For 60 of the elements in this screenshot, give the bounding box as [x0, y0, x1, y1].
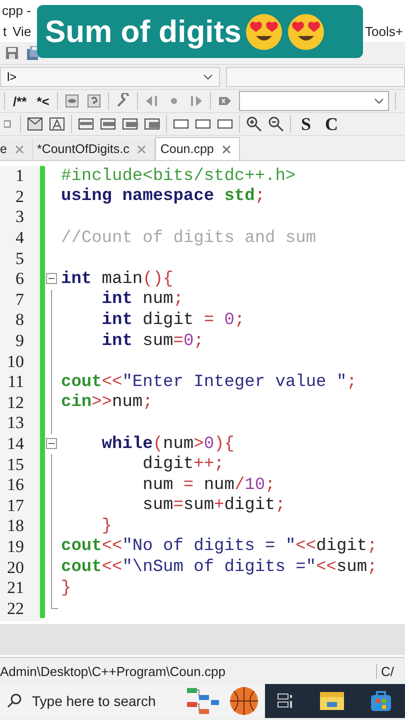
mail-icon[interactable] [27, 116, 43, 132]
save-icon[interactable] [4, 45, 20, 61]
file-tab[interactable]: *CountOfDigits.c [32, 138, 156, 160]
code-line: int main(){ [61, 270, 174, 289]
scope-dropdown[interactable]: l> [0, 67, 220, 87]
fold-end-line [51, 598, 59, 610]
search-icon [6, 693, 22, 709]
menu-item[interactable]: Tools+ [365, 24, 405, 38]
comment-toggle[interactable]: /** [11, 94, 29, 108]
format-button[interactable]: S [297, 114, 316, 134]
code-line: digit++; [142, 455, 224, 474]
panel-icon[interactable] [100, 116, 116, 132]
letter-a-frame-icon[interactable] [49, 116, 65, 132]
file-tab[interactable]: Coun.cpp [155, 137, 240, 160]
help-icon[interactable] [86, 93, 102, 109]
format-button[interactable]: C [321, 114, 342, 134]
code-line: int digit = 0; [100, 310, 245, 330]
chevron-down-icon [203, 74, 213, 80]
code-line: cin>>num; [61, 393, 153, 412]
menu-item[interactable]: t [0, 24, 10, 38]
code-line: cout<<"No of digits = "<<digit; [61, 537, 378, 556]
code-line: sum=sum+digit; [142, 496, 286, 516]
store-icon[interactable] [369, 689, 393, 713]
window-title: cpp - [2, 2, 31, 18]
status-field: C/ [376, 664, 405, 678]
code-line: } [61, 578, 72, 598]
zoom-in-icon[interactable] [246, 116, 262, 132]
code-line: #include<bits/stdc++.h> [61, 166, 296, 186]
heart-eyes-emoji-icon [245, 12, 284, 50]
zoom-out-icon[interactable] [268, 116, 284, 132]
code-line: num = num/10; [142, 476, 276, 495]
heart-eyes-emoji-icon [287, 12, 326, 50]
panel-icon[interactable] [122, 116, 138, 132]
task-view-icon[interactable] [277, 692, 295, 710]
code-line: using namespace std; [61, 187, 266, 206]
code-line: while(num>0){ [100, 434, 234, 454]
menu-item[interactable]: Vie [10, 24, 34, 38]
collapse-icon[interactable] [46, 438, 58, 450]
comment-toggle[interactable]: *< [34, 94, 52, 108]
collapse-icon[interactable] [46, 272, 58, 285]
panel-icon[interactable] [78, 116, 94, 132]
chevron-down-icon [374, 98, 384, 104]
code-editor[interactable] [0, 161, 405, 624]
close-icon[interactable] [222, 144, 231, 154]
code-line: cout<<"\nSum of digits ="<<sum; [61, 558, 378, 578]
search-field[interactable]: Type here to search [30, 692, 179, 710]
panel-icon[interactable] [144, 116, 160, 132]
code-line: } [100, 516, 112, 536]
file-path: Admin\Desktop\C++Program\Coun.cpp [0, 664, 226, 678]
banner-title: Sum of digits [45, 14, 242, 50]
wrench-icon[interactable] [115, 93, 132, 109]
code-line: cout<<"Enter Integer value "; [61, 372, 357, 392]
basketball-icon[interactable] [229, 686, 259, 716]
eye-icon[interactable] [64, 93, 80, 109]
file-tab[interactable]: e [0, 138, 33, 160]
code-line: int num; [100, 290, 184, 310]
code-line: int sum=0; [100, 332, 204, 351]
folder-icon[interactable] [319, 690, 345, 712]
bracket-app-icon[interactable] [187, 686, 221, 716]
code-line: //Count of digits and sum [61, 228, 316, 248]
